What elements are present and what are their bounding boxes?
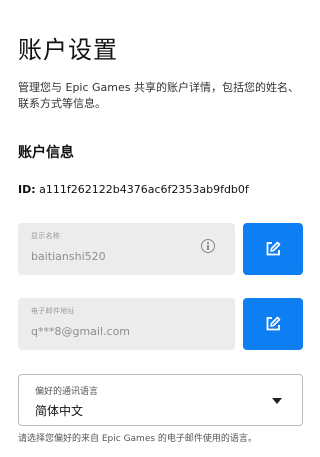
- page-description: 管理您与 Epic Games 共享的账户详情，包括您的姓名、联系方式等信息。: [18, 81, 300, 110]
- info-icon[interactable]: [201, 239, 215, 253]
- display-name-field: 显示名称 baitianshi520: [18, 223, 235, 275]
- email-label: 电子邮件地址: [31, 307, 75, 315]
- edit-icon: [266, 316, 281, 331]
- display-name-label: 显示名称: [31, 232, 61, 240]
- display-name-value: baitianshi520: [31, 250, 106, 263]
- email-field: 电子邮件地址 q***8@gmail.com: [18, 298, 235, 350]
- account-id-value: a111f262122b4376ac6f2353ab9fdb0f: [39, 183, 249, 196]
- account-info-heading: 账户信息: [18, 145, 74, 161]
- language-label: 偏好的通讯语言: [35, 387, 99, 397]
- language-selected-value: 简体中文: [35, 404, 84, 418]
- chevron-down-icon: [272, 398, 282, 404]
- account-id-label: ID:: [18, 183, 36, 196]
- edit-email-button[interactable]: [243, 298, 303, 350]
- edit-display-name-button[interactable]: [243, 223, 303, 275]
- edit-icon: [266, 241, 281, 256]
- account-id: ID: a111f262122b4376ac6f2353ab9fdb0f: [18, 183, 249, 197]
- email-value: q***8@gmail.com: [31, 325, 131, 338]
- language-helper-text: 请选择您偏好的来自 Epic Games 的电子邮件使用的语言。: [18, 434, 257, 444]
- page-title: 账户设置: [18, 36, 118, 64]
- language-select[interactable]: 偏好的通讯语言 简体中文: [18, 374, 303, 426]
